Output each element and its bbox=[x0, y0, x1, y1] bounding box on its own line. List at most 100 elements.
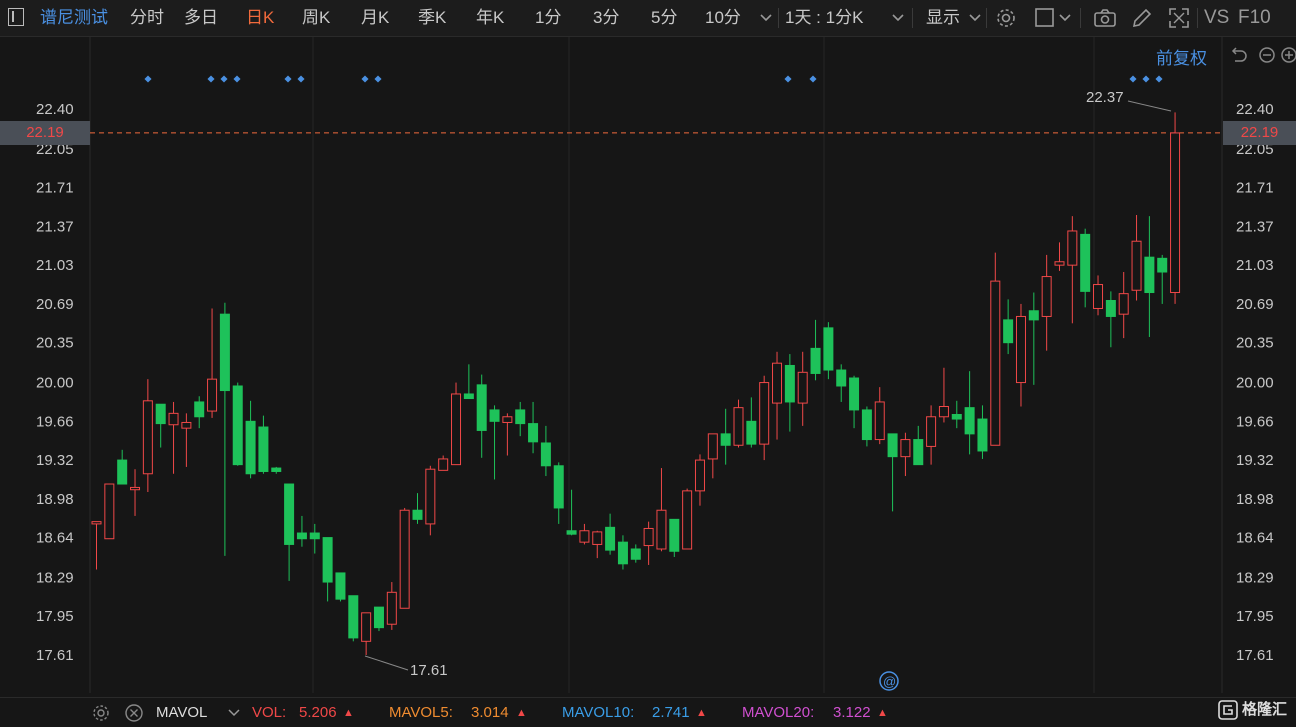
display-menu[interactable]: 显示 bbox=[926, 0, 960, 36]
chevron-down-icon[interactable] bbox=[889, 8, 907, 28]
candle-body bbox=[938, 406, 949, 418]
period-select[interactable]: 1天 : 1分K bbox=[785, 0, 863, 36]
candle-body bbox=[1093, 284, 1104, 309]
tab-month-k[interactable]: 月K bbox=[361, 0, 389, 36]
candle-body bbox=[1015, 315, 1026, 384]
candle-body bbox=[335, 572, 346, 600]
candle-body bbox=[759, 382, 770, 445]
candle-body bbox=[784, 364, 795, 403]
tab-fenshi[interactable]: 分时 bbox=[130, 0, 164, 36]
candle-body bbox=[579, 530, 590, 543]
candle-body bbox=[155, 403, 166, 425]
y-tick-label-left: 18.29 bbox=[36, 569, 74, 586]
candle-body bbox=[990, 280, 1001, 446]
candle-body bbox=[258, 426, 269, 472]
close-icon[interactable] bbox=[124, 703, 144, 723]
event-marker bbox=[144, 75, 152, 83]
camera-icon[interactable] bbox=[1093, 6, 1117, 30]
y-tick-label-left: 18.98 bbox=[36, 491, 74, 508]
candle-body bbox=[284, 483, 295, 545]
chevron-down-icon[interactable] bbox=[966, 8, 984, 28]
candle-body bbox=[425, 468, 436, 525]
tab-year-k[interactable]: 年K bbox=[476, 0, 504, 36]
candle-body bbox=[669, 518, 680, 552]
y-tick-label-right: 20.00 bbox=[1236, 375, 1274, 392]
chevron-down-icon[interactable] bbox=[757, 8, 775, 28]
tab-week-k[interactable]: 周K bbox=[302, 0, 330, 36]
candle-body bbox=[1067, 230, 1078, 266]
chevron-down-icon[interactable] bbox=[226, 706, 242, 720]
chevron-down-icon[interactable] bbox=[1056, 8, 1074, 28]
tab-duori[interactable]: 多日 bbox=[184, 0, 218, 36]
candle-body bbox=[1080, 233, 1091, 292]
candle-body bbox=[438, 458, 449, 471]
y-tick-label-left: 21.71 bbox=[36, 180, 74, 197]
candle-body bbox=[605, 526, 616, 551]
y-tick-label-left: 21.03 bbox=[36, 257, 74, 274]
square-icon[interactable] bbox=[1033, 6, 1057, 30]
candle-body bbox=[399, 509, 410, 609]
indicator-name[interactable]: MAVOL bbox=[156, 704, 207, 721]
divider bbox=[778, 8, 779, 28]
candle-body bbox=[104, 483, 115, 540]
y-tick-label-right: 18.29 bbox=[1236, 569, 1274, 586]
candle-body bbox=[656, 509, 667, 550]
fullscreen-icon[interactable] bbox=[1167, 6, 1191, 30]
sidebar-toggle-icon[interactable] bbox=[8, 8, 24, 26]
gear-icon[interactable] bbox=[994, 6, 1018, 30]
tab-5min[interactable]: 5分 bbox=[651, 0, 677, 36]
candle-body bbox=[207, 378, 218, 412]
candle-body bbox=[913, 439, 924, 466]
candle-body bbox=[245, 420, 256, 475]
candle-body bbox=[797, 371, 808, 404]
mavol20-label: MAVOL20: bbox=[742, 704, 815, 721]
candle-body bbox=[489, 409, 500, 422]
low-leader-line bbox=[364, 655, 409, 671]
y-tick-label-right: 19.32 bbox=[1236, 452, 1274, 469]
y-tick-label-right: 19.66 bbox=[1236, 413, 1274, 430]
tab-3min[interactable]: 3分 bbox=[593, 0, 619, 36]
y-tick-label-right: 20.35 bbox=[1236, 335, 1274, 352]
candle-body bbox=[823, 327, 834, 371]
candle-body bbox=[707, 433, 718, 460]
pencil-icon[interactable] bbox=[1130, 6, 1154, 30]
event-marker bbox=[374, 75, 382, 83]
brand-logo-icon bbox=[1218, 700, 1238, 720]
divider bbox=[912, 8, 913, 28]
candle-body bbox=[861, 409, 872, 441]
gear-icon[interactable] bbox=[91, 703, 111, 723]
tab-day-k[interactable]: 日K bbox=[246, 0, 274, 36]
current-price-tag-left: 22.19 bbox=[0, 120, 90, 145]
event-marker bbox=[220, 75, 228, 83]
candle-body bbox=[502, 416, 513, 423]
f10-button[interactable]: F10 bbox=[1238, 0, 1271, 36]
candle-body bbox=[476, 384, 487, 431]
mavol20-value: 3.122 bbox=[833, 704, 871, 721]
y-tick-label-right: 18.64 bbox=[1236, 530, 1274, 547]
tab-1min[interactable]: 1分 bbox=[535, 0, 561, 36]
candle-body bbox=[977, 418, 988, 452]
tab-10min[interactable]: 10分 bbox=[705, 0, 741, 36]
mavol5-value: 3.014 bbox=[471, 704, 509, 721]
mavol10-label: MAVOL10: bbox=[562, 704, 635, 721]
candle-body bbox=[168, 412, 179, 426]
tab-quarter-k[interactable]: 季K bbox=[418, 0, 446, 36]
arrow-up-icon: ▲ bbox=[696, 707, 707, 719]
candle-body bbox=[1118, 293, 1129, 315]
mavol10-value: 2.741 bbox=[652, 704, 690, 721]
candle-body bbox=[694, 459, 705, 492]
candlestick-chart[interactable]: 22.40 22.4022.05 22.0521.71 21.7121.37 21.37… bbox=[0, 37, 1296, 693]
stock-name[interactable]: 谱尼测试 bbox=[40, 0, 108, 36]
event-marker bbox=[1155, 75, 1163, 83]
candle-body bbox=[373, 606, 384, 629]
candle-body bbox=[528, 423, 539, 443]
vs-button[interactable]: VS bbox=[1204, 0, 1229, 36]
candle-body bbox=[849, 377, 860, 411]
event-marker bbox=[784, 75, 792, 83]
y-tick-label-left: 20.35 bbox=[36, 335, 74, 352]
candle-body bbox=[322, 537, 333, 583]
low-label: 17.61 bbox=[410, 662, 448, 679]
event-marker bbox=[809, 75, 817, 83]
current-price-tag-right: 22.19 bbox=[1223, 120, 1296, 145]
event-marker bbox=[233, 75, 241, 83]
